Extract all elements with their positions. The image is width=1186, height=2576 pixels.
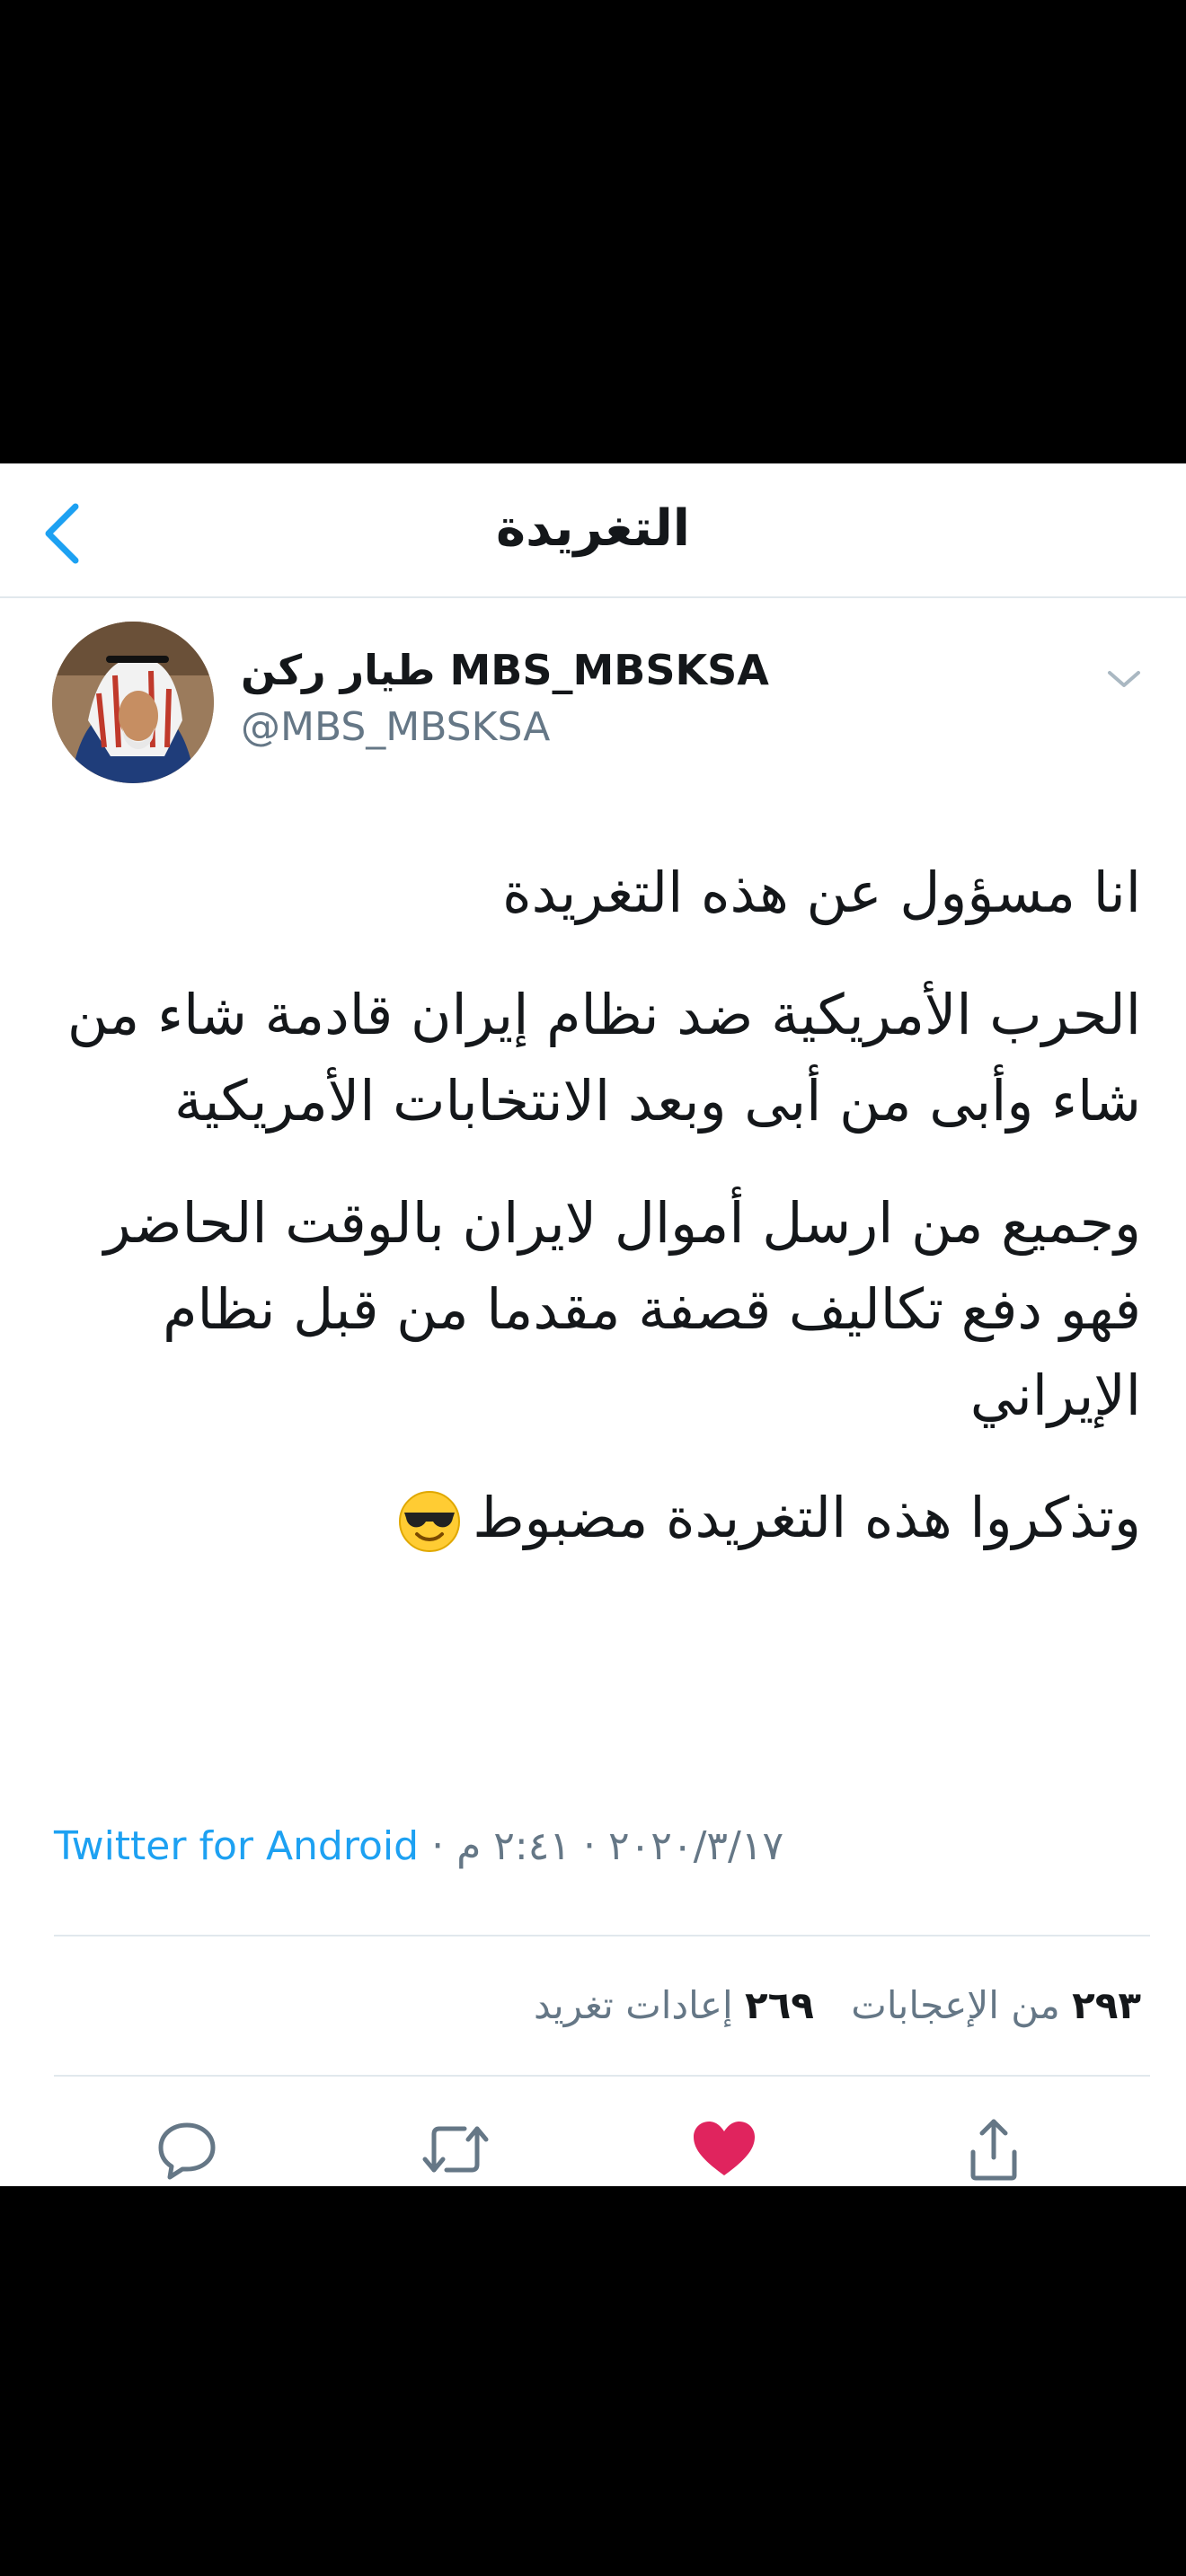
bottom-black-bar	[0, 2186, 1186, 2576]
navigation-header: التغريدة	[0, 463, 1186, 598]
divider	[54, 2075, 1150, 2077]
screen: التغريدة طيار ركن MBS_MBSKSA @MBS_MBSKSA	[0, 0, 1186, 2576]
page-title: التغريدة	[496, 499, 690, 558]
retweet-icon	[422, 2126, 489, 2173]
tweet-paragraph-text: وتذكروا هذه التغريدة مضبوط	[473, 1485, 1141, 1550]
share-button[interactable]	[953, 2109, 1034, 2190]
reply-icon	[158, 2122, 216, 2180]
user-handle: @MBS_MBSKSA	[241, 704, 551, 750]
tweet-detail-view: التغريدة طيار ركن MBS_MBSKSA @MBS_MBSKSA	[0, 463, 1186, 2186]
reply-button[interactable]	[146, 2109, 227, 2190]
tweet-menu-button[interactable]	[1102, 657, 1146, 702]
top-black-bar	[0, 0, 1186, 463]
tweet-source-link[interactable]: Twitter for Android	[54, 1823, 419, 1869]
chevron-down-icon	[1108, 671, 1140, 687]
avatar[interactable]	[52, 622, 214, 783]
share-icon	[970, 2119, 1017, 2181]
like-button[interactable]	[684, 2109, 765, 2190]
sunglasses-emoji-icon	[399, 1490, 461, 1552]
retweets-label: إعادات تغريد	[534, 1983, 733, 2027]
tweet-paragraph: الحرب الأمريكية ضد نظام إيران قادمة شاء …	[66, 982, 1141, 1134]
tweet-paragraph: وجميع من ارسل أموال لايران بالوقت الحاضر…	[103, 1190, 1141, 1428]
tweet-metadata: Twitter for Android · ٢٠٢٠/٣/١٧ · ٢:٤١ م	[54, 1823, 1141, 1869]
tweet-time: ٢:٤١ م	[456, 1823, 571, 1869]
meta-separator: ·	[431, 1823, 445, 1869]
retweets-count: ٢٦٩	[745, 1983, 814, 2027]
display-name: طيار ركن MBS_MBSKSA	[241, 646, 769, 694]
retweets-stat[interactable]: ٢٦٩ إعادات تغريد	[534, 1983, 814, 2027]
likes-count: ٢٩٣	[1072, 1983, 1141, 2027]
retweet-button[interactable]	[415, 2109, 496, 2190]
tweet-paragraph-last: وتذكروا هذه التغريدة مضبوط	[54, 1475, 1141, 1561]
tweet-text: انا مسؤول عن هذه التغريدة الحرب الأمريكي…	[54, 850, 1141, 1597]
avatar-photo-icon	[52, 622, 214, 783]
divider	[54, 1935, 1150, 1936]
likes-label: من الإعجابات	[851, 1983, 1060, 2027]
tweet-paragraph: انا مسؤول عن هذه التغريدة	[502, 860, 1141, 925]
author-info[interactable]: طيار ركن MBS_MBSKSA @MBS_MBSKSA	[241, 645, 924, 753]
meta-separator: ·	[583, 1823, 597, 1869]
tweet-date: ٢٠٢٠/٣/١٧	[608, 1823, 784, 1869]
heart-icon	[694, 2122, 755, 2175]
likes-stat[interactable]: ٢٩٣ من الإعجابات	[851, 1983, 1141, 2027]
tweet-stats: ٢٩٣ من الإعجابات ٢٦٩ إعادات تغريد	[54, 1983, 1141, 2027]
